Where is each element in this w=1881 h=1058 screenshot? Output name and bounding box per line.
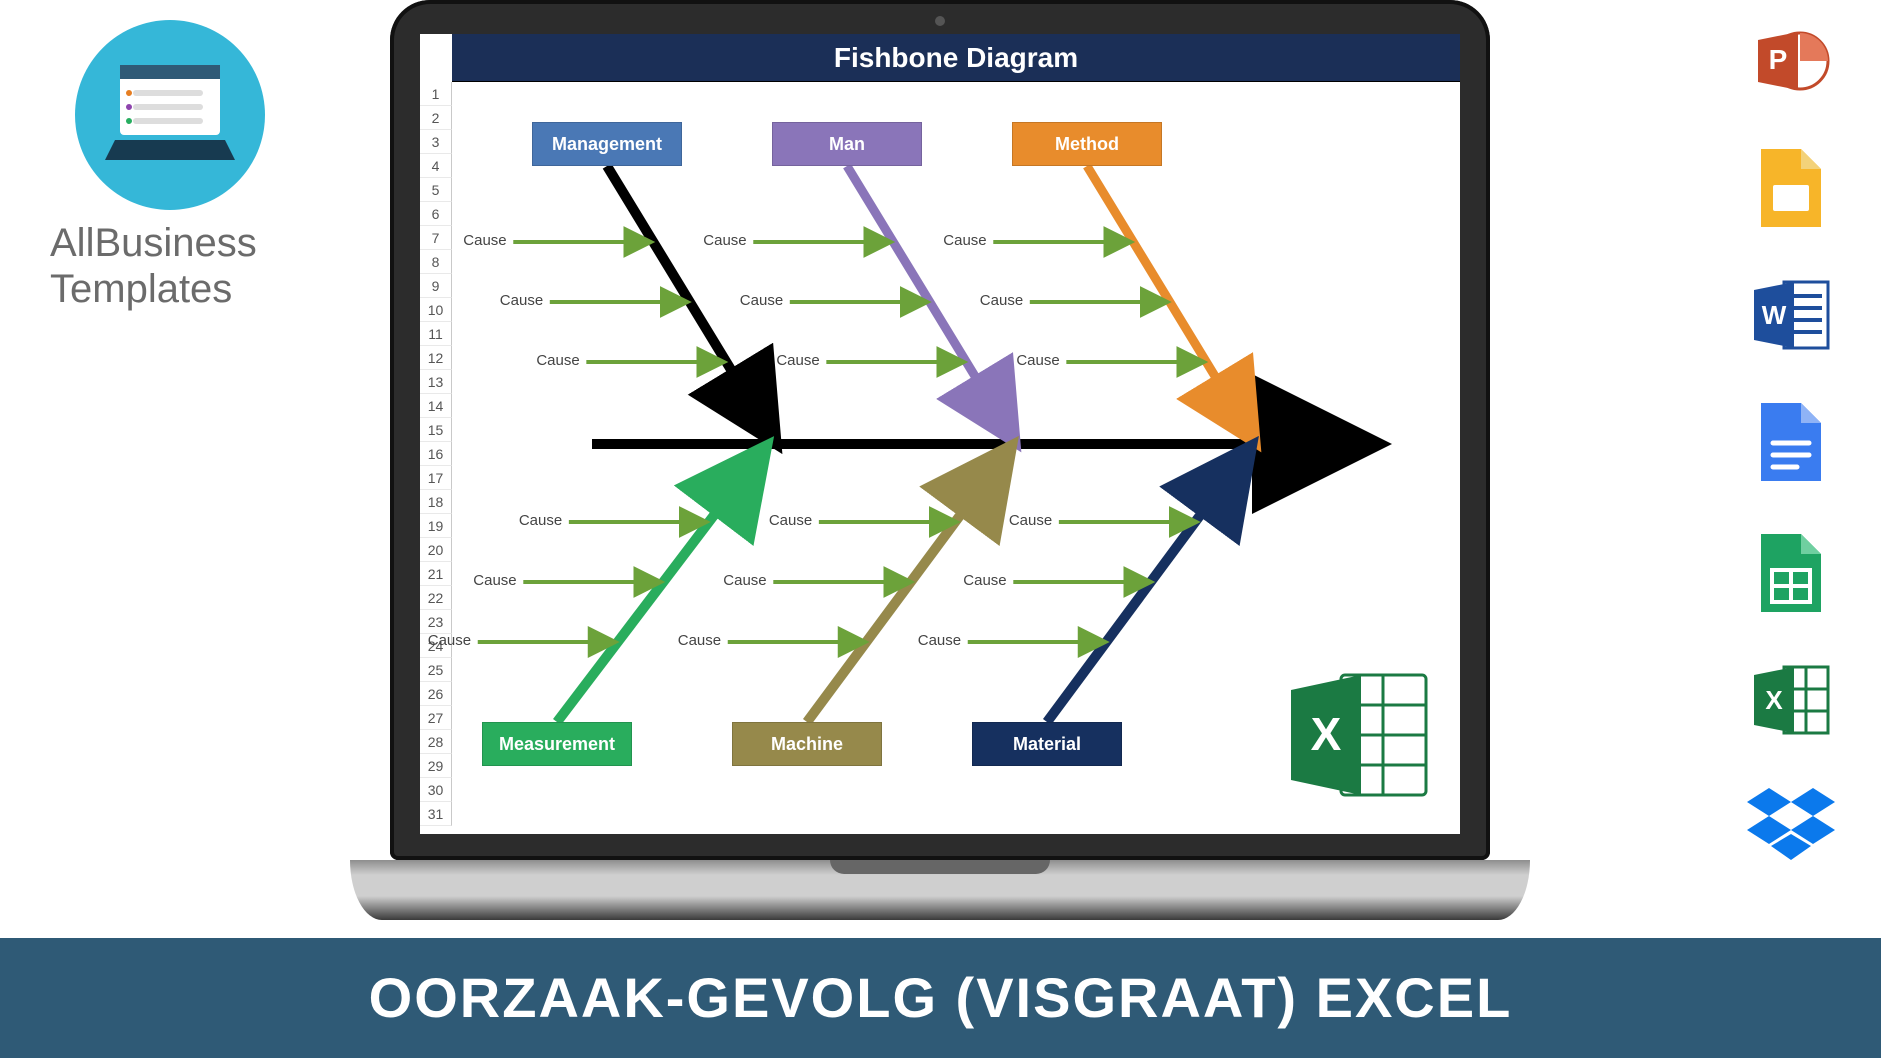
excel-badge-icon: X (1286, 665, 1436, 810)
laptop-notch (830, 860, 1050, 874)
row-number: 11 (420, 322, 452, 346)
row-number: 21 (420, 562, 452, 586)
row-number: 14 (420, 394, 452, 418)
cause-label: Cause (519, 512, 562, 529)
row-number: 26 (420, 682, 452, 706)
word-icon[interactable]: W (1750, 276, 1832, 359)
row-number: 8 (420, 250, 452, 274)
cause-label: Cause (1009, 512, 1052, 529)
cause-label: Cause (1016, 352, 1059, 369)
cause-label: Cause (500, 292, 543, 309)
row-number: 22 (420, 586, 452, 610)
row-number: 5 (420, 178, 452, 202)
row-number: 9 (420, 274, 452, 298)
cause-label: Cause (918, 632, 961, 649)
row-number: 2 (420, 106, 452, 130)
cause-label: Cause (740, 292, 783, 309)
brand-line2: Templates (50, 267, 232, 311)
cause-label: Cause (723, 572, 766, 589)
row-number: 18 (420, 490, 452, 514)
cause-label: Cause (463, 232, 506, 249)
laptop-camera-icon (935, 16, 945, 26)
row-number: 3 (420, 130, 452, 154)
bone-material (1047, 452, 1247, 722)
row-number: 16 (420, 442, 452, 466)
cause-label: Cause (678, 632, 721, 649)
diagram-title: Fishbone Diagram (452, 34, 1460, 82)
row-number: 20 (420, 538, 452, 562)
category-man: Man (772, 122, 922, 166)
cause-label: Cause (428, 632, 471, 649)
row-number: 7 (420, 226, 452, 250)
excel-icon[interactable]: X (1750, 661, 1832, 744)
row-number: 6 (420, 202, 452, 226)
row-number: 15 (420, 418, 452, 442)
row-number: 31 (420, 802, 452, 826)
svg-text:X: X (1311, 708, 1342, 760)
powerpoint-icon[interactable]: P (1752, 22, 1830, 105)
cause-label: Cause (473, 572, 516, 589)
cause-label: Cause (703, 232, 746, 249)
cause-label: Cause (776, 352, 819, 369)
row-number: 13 (420, 370, 452, 394)
brand-block: AllBusiness Templates (40, 20, 300, 312)
cause-label: Cause (963, 572, 1006, 589)
cause-label: Cause (536, 352, 579, 369)
row-number: 4 (420, 154, 452, 178)
format-sidebar: P W X (1741, 22, 1841, 867)
row-number: 10 (420, 298, 452, 322)
google-slides-icon[interactable] (1757, 145, 1825, 236)
svg-text:P: P (1769, 44, 1788, 75)
effect-label: Effect (1292, 432, 1353, 458)
row-number: 25 (420, 658, 452, 682)
row-number: 12 (420, 346, 452, 370)
svg-text:W: W (1762, 300, 1787, 330)
brand-name: AllBusiness Templates (50, 220, 300, 312)
row-number: 30 (420, 778, 452, 802)
page-banner: OORZAAK-GEVOLG (VISGRAAT) EXCEL (0, 938, 1881, 1058)
row-number: 23 (420, 610, 452, 634)
svg-text:X: X (1765, 685, 1783, 715)
cause-label: Cause (769, 512, 812, 529)
row-number: 1 (420, 82, 452, 106)
row-number: 28 (420, 730, 452, 754)
category-material: Material (972, 722, 1122, 766)
row-number: 17 (420, 466, 452, 490)
cause-label: Cause (980, 292, 1023, 309)
cause-label: Cause (943, 232, 986, 249)
google-sheets-icon[interactable] (1757, 530, 1825, 621)
category-machine: Machine (732, 722, 882, 766)
google-docs-icon[interactable] (1757, 399, 1825, 490)
brand-logo-icon (75, 20, 265, 210)
laptop-base (350, 860, 1530, 920)
category-management: Management (532, 122, 682, 166)
row-number: 19 (420, 514, 452, 538)
dropbox-icon[interactable] (1747, 784, 1835, 867)
category-method: Method (1012, 122, 1162, 166)
spreadsheet-screen: Fishbone Diagram 12345678910111213141516… (420, 34, 1460, 834)
category-measurement: Measurement (482, 722, 632, 766)
brand-line1: AllBusiness (50, 221, 257, 265)
row-number-gutter: 1234567891011121314151617181920212223242… (420, 82, 452, 826)
row-number: 27 (420, 706, 452, 730)
laptop-bezel: Fishbone Diagram 12345678910111213141516… (390, 0, 1490, 860)
row-number: 29 (420, 754, 452, 778)
laptop-mockup: Fishbone Diagram 12345678910111213141516… (350, 0, 1530, 920)
